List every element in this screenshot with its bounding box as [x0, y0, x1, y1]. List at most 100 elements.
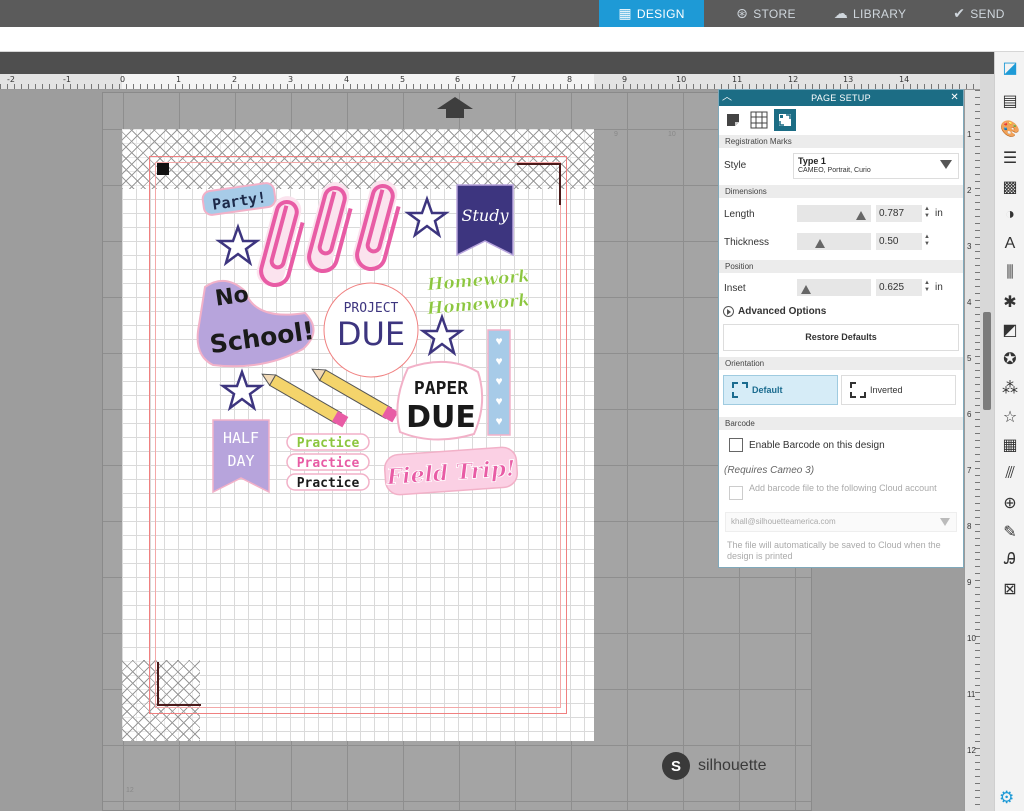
vertical-scrollbar-thumb[interactable] — [983, 312, 991, 410]
inset-slider[interactable] — [797, 279, 871, 296]
half-day-sticker[interactable]: HALF DAY — [212, 419, 270, 494]
star-icon[interactable] — [215, 223, 261, 267]
project-due-sticker[interactable]: PROJECT DUE — [323, 282, 419, 378]
thickness-stepper-icon[interactable]: ▲ ▼ — [924, 234, 930, 248]
page-setup-icon[interactable]: ◪ — [998, 56, 1022, 80]
panel-title: PAGE SETUP — [811, 93, 871, 103]
design-settings-icon[interactable]: ▤ — [998, 89, 1022, 113]
advanced-options-toggle[interactable]: Advanced Options — [723, 306, 826, 317]
page-setup-panel: ︿ PAGE SETUP ✕ Registration Marks Style … — [718, 89, 964, 568]
slider-thumb[interactable] — [855, 211, 866, 220]
thickness-input[interactable]: 0.50 — [876, 233, 922, 250]
vruler-num: 8 — [967, 522, 972, 531]
star-icon[interactable] — [219, 368, 265, 412]
slider-thumb[interactable] — [814, 239, 825, 248]
style-label: Style — [724, 160, 747, 171]
replicate-icon[interactable]: ⁂ — [998, 376, 1022, 400]
toolbar-strip — [0, 52, 1024, 74]
chevron-down-icon — [940, 160, 952, 169]
offset-icon[interactable]: ✪ — [998, 347, 1022, 371]
star-shape-icon[interactable]: ☆ — [998, 405, 1022, 429]
text-to-path-icon[interactable]: Ꭿ — [998, 548, 1022, 572]
nav-store-tab[interactable]: ⊛ STORE — [716, 0, 816, 27]
nav-send-tab[interactable]: ✔ SEND — [934, 0, 1024, 27]
line-style-icon[interactable]: ☰ — [998, 146, 1022, 170]
ruler-num: 9 — [622, 75, 628, 84]
ruler-num: 12 — [788, 75, 799, 84]
close-icon[interactable]: ✕ — [950, 90, 959, 106]
inset-input[interactable]: 0.625 — [876, 279, 922, 296]
ruler-num: 4 — [344, 75, 350, 84]
field-trip-sticker[interactable]: Field Trip! — [383, 446, 519, 496]
sticker-design-artwork[interactable]: Party! Study Homework Homework No School… — [195, 175, 530, 500]
align-icon[interactable]: ⫼ — [998, 261, 1022, 285]
warp-icon[interactable]: ⊠ — [998, 577, 1022, 601]
globe-icon[interactable]: ⊕ — [998, 491, 1022, 515]
vruler-num: 1 — [967, 130, 972, 139]
practice-text-green: Practice — [297, 436, 360, 451]
registration-mark-square — [157, 163, 169, 175]
ruler-num: 8 — [567, 75, 573, 84]
feed-direction-arrow-stem — [446, 108, 464, 118]
grid-icon: ▦ — [618, 5, 632, 21]
vertical-scrollbar[interactable] — [980, 74, 994, 811]
cloud-account-dropdown[interactable]: khall@silhouetteamerica.com — [725, 512, 957, 532]
inset-stepper-icon[interactable]: ▲ ▼ — [924, 280, 930, 294]
length-stepper-icon[interactable]: ▲ ▼ — [924, 206, 930, 220]
tab-registration-icon[interactable] — [774, 109, 796, 131]
length-label: Length — [724, 209, 755, 220]
fill-pattern-icon[interactable]: ▩ — [998, 175, 1022, 199]
trace-icon[interactable]: ⫻ — [998, 462, 1022, 486]
sketch-icon[interactable]: ✎ — [998, 520, 1022, 544]
homework-sticker[interactable]: Homework Homework — [425, 266, 530, 319]
library-panel-icon[interactable]: ▦ — [998, 433, 1022, 457]
ruler-num: -1 — [63, 75, 71, 84]
restore-defaults-button[interactable]: Restore Defaults — [723, 324, 959, 351]
no-school-sticker[interactable]: No School! — [196, 280, 316, 368]
star-icon[interactable] — [404, 195, 450, 239]
corner-mark-icon — [850, 382, 856, 388]
orientation-default-option[interactable]: Default — [723, 375, 838, 405]
play-circle-icon — [723, 306, 734, 317]
add-barcode-checkbox[interactable] — [729, 486, 743, 500]
settings-gear-icon[interactable]: ⚙ — [999, 788, 1019, 808]
length-slider[interactable] — [797, 205, 871, 222]
modify-icon[interactable]: ◩ — [998, 318, 1022, 342]
tab-grid-icon[interactable] — [748, 109, 770, 131]
nav-design-label: DESIGN — [636, 6, 685, 21]
panel-header: ︿ PAGE SETUP ✕ — [719, 90, 963, 106]
nav-store-label: STORE — [753, 6, 796, 21]
paper-due-sticker[interactable]: PAPER DUE — [396, 360, 484, 441]
right-tool-sidebar: ◪ ▤ 🎨 ☰ ▩ ◑ A ⫼ ✱ ◩ ✪ ⁂ ☆ ▦ ⫻ ⊕ ✎ Ꭿ ⊠ — [994, 52, 1024, 811]
nav-send-label: SEND — [970, 6, 1005, 21]
heart-strip-sticker[interactable]: ♥ ♥ ♥ ♥ ♥ — [487, 329, 511, 436]
fill-color-icon[interactable]: 🎨 — [998, 117, 1022, 141]
text-style-icon[interactable]: A — [998, 232, 1022, 256]
vruler-num: 4 — [967, 298, 972, 307]
star-icon[interactable] — [419, 313, 465, 357]
slider-thumb[interactable] — [800, 285, 811, 294]
no-text: No — [214, 282, 251, 311]
store-icon: ⊛ — [736, 5, 749, 21]
nav-library-tab[interactable]: ☁ LIBRARY — [820, 0, 920, 27]
vruler-num: 7 — [967, 466, 972, 475]
transparency-icon[interactable]: ◑ — [998, 203, 1022, 227]
corner-mark-icon — [732, 392, 738, 398]
party-sticker[interactable]: Party! — [201, 182, 277, 216]
study-banner-sticker[interactable]: Study — [456, 184, 514, 257]
horizontal-ruler: -2 -1 0 1 2 3 4 5 6 7 8 9 10 11 12 13 14 — [0, 74, 980, 90]
practice-sticker[interactable]: Practice Practice Practice — [286, 433, 370, 491]
section-barcode: Barcode — [719, 417, 963, 430]
enable-barcode-checkbox[interactable] — [729, 438, 743, 452]
orientation-inverted-option[interactable]: Inverted — [841, 375, 956, 405]
collapse-chevron-icon[interactable]: ︿ — [722, 90, 732, 106]
nav-design-tab[interactable]: ▦ DESIGN — [599, 0, 704, 27]
length-input[interactable]: 0.787 — [876, 205, 922, 222]
style-dropdown[interactable]: Type 1 CAMEO, Portrait, Curio — [793, 153, 959, 179]
paperclip-icon[interactable] — [350, 177, 403, 273]
transform-icon[interactable]: ✱ — [998, 290, 1022, 314]
thickness-slider[interactable] — [797, 233, 871, 250]
svg-text:♥: ♥ — [495, 374, 502, 388]
tab-media-icon[interactable] — [722, 109, 744, 131]
paperclip-icon[interactable] — [302, 179, 355, 275]
